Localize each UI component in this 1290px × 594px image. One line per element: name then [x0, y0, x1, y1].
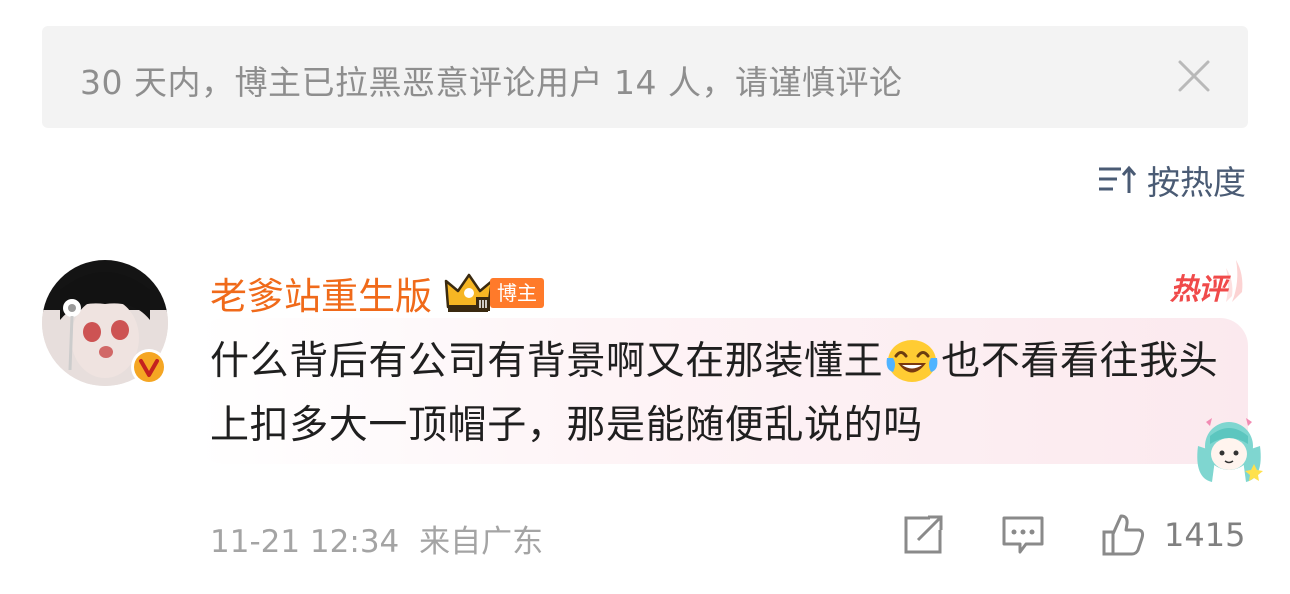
comment-author-row: 老爹站重生版 博主 [210, 266, 544, 320]
like-count[interactable]: 1415 [1164, 516, 1245, 554]
hot-comment-badge: 热评 [1170, 252, 1246, 306]
notice-text: 30 天内，博主已拉黑恶意评论用户 14 人，请谨慎评论 [80, 63, 903, 102]
author-tag-badge: 博主 [490, 278, 544, 308]
laugh-cry-emoji-icon [886, 340, 938, 382]
close-icon[interactable] [1174, 56, 1214, 96]
share-icon[interactable] [900, 512, 946, 558]
comment-timestamp: 11-21 12:34 [210, 524, 400, 560]
avatar[interactable] [42, 260, 168, 386]
comment-icon[interactable] [1000, 512, 1046, 558]
comment-text-part1: 什么背后有公司有背景啊又在那装懂王 [210, 339, 884, 384]
hot-badge-text: 热评 [1170, 272, 1227, 306]
comment-actions: 1415 [900, 512, 1245, 558]
comment-meta: 11-21 12:34 来自广东 [210, 516, 543, 561]
verified-badge-icon [131, 349, 167, 385]
comment-text: 什么背后有公司有背景啊又在那装懂王 也不看看往我头上扣多大一顶帽子，那是能随便乱… [210, 330, 1220, 458]
notice-bar: 30 天内，博主已拉黑恶意评论用户 14 人，请谨慎评论 [42, 26, 1248, 128]
sort-by-hot-button[interactable]: 按热度 [1097, 158, 1246, 202]
sort-label: 按热度 [1147, 163, 1246, 202]
comment-location: 来自广东 [419, 524, 544, 560]
author-name[interactable]: 老爹站重生版 [210, 266, 432, 320]
sort-icon [1099, 165, 1137, 193]
miku-sticker-icon [1197, 418, 1263, 482]
crown-icon [444, 273, 494, 312]
like-icon[interactable] [1100, 512, 1146, 558]
